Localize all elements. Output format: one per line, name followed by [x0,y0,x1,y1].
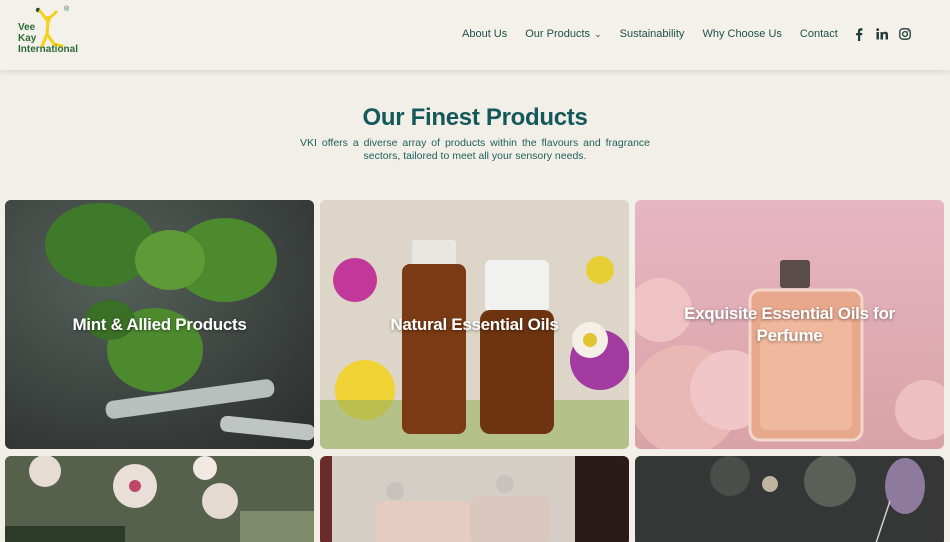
instagram-icon[interactable] [898,27,912,41]
section-subtitle: VKI offers a diverse array of products w… [300,137,650,162]
site-header: ® Vee Kay International About Us Our Pro… [0,0,950,70]
section-title: Our Finest Products [362,104,588,131]
product-card-6[interactable] [635,456,944,542]
product-card-label: Exquisite Essential Oils for Perfume [684,303,895,345]
nav-about-us[interactable]: About Us [462,28,507,40]
logo-wordmark: Vee Kay International [18,22,78,55]
logo-registered-mark: ® [64,6,70,13]
main-nav: About Us Our Products ⌄ Sustainability Wh… [462,28,856,40]
site-logo[interactable]: ® Vee Kay International [16,6,86,66]
nav-label: About Us [462,28,508,40]
logo-line: Kay [18,33,37,44]
product-card-5[interactable] [320,456,629,542]
linkedin-icon[interactable] [875,27,889,41]
product-card-perfume-oils[interactable]: Exquisite Essential Oils for Perfume [635,200,944,449]
nav-label: Contact [799,28,838,40]
product-card-label: Natural Essential Oils [390,314,559,334]
product-card-label: Mint & Allied Products [72,314,247,334]
nav-label: Sustainability [619,28,685,40]
nav-contact[interactable]: Contact [800,28,838,40]
logo-line: International [18,44,79,55]
nav-sustainability[interactable]: Sustainability [620,28,685,40]
nav-why-choose-us[interactable]: Why Choose Us [702,28,781,40]
nav-label: Why Choose Us [702,28,782,40]
product-card-essential-oils[interactable]: Natural Essential Oils [320,200,629,449]
logo-line: Vee [18,22,36,33]
product-card-mint[interactable]: Mint & Allied Products [5,200,314,449]
jars-image [320,456,629,542]
chevron-down-icon: ⌄ [594,29,602,39]
social-links [852,27,921,41]
dark-florals-image [635,456,944,542]
product-card-4[interactable] [5,456,314,542]
nav-label: Our Products [525,28,591,40]
flowers-image [5,456,314,542]
facebook-icon[interactable] [852,27,866,41]
nav-our-products[interactable]: Our Products ⌄ [525,28,601,40]
